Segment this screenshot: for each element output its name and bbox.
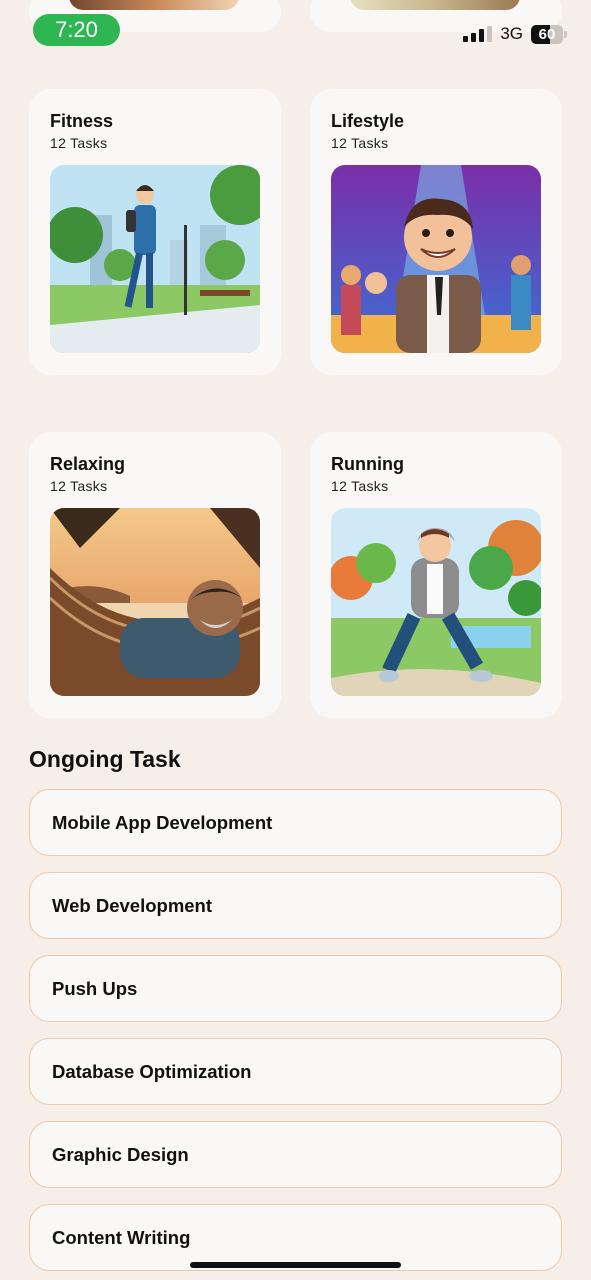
category-task-count: 12 Tasks	[331, 478, 389, 494]
task-item-database-optimization[interactable]: Database Optimization	[29, 1038, 562, 1105]
battery-level: 60	[538, 25, 556, 43]
category-card-relaxing[interactable]: Relaxing 12 Tasks	[29, 432, 281, 718]
category-title: Relaxing	[50, 454, 126, 474]
network-type: 3G	[500, 24, 523, 43]
category-title: Running	[331, 454, 404, 474]
category-image	[350, 0, 520, 10]
category-image	[69, 0, 239, 10]
task-item-web-development[interactable]: Web Development	[29, 872, 562, 939]
status-indicators: 3G 60	[463, 24, 567, 44]
status-time: 7:20	[33, 14, 120, 46]
home-indicator[interactable]	[190, 1262, 401, 1268]
category-card-lifestyle[interactable]: Lifestyle 12 Tasks	[310, 89, 562, 375]
signal-icon	[463, 26, 493, 42]
category-title: Fitness	[50, 111, 114, 131]
task-item-mobile-app-development[interactable]: Mobile App Development	[29, 789, 562, 856]
category-task-count: 12 Tasks	[50, 478, 108, 494]
battery-icon: 60	[531, 24, 567, 44]
category-task-count: 12 Tasks	[50, 135, 108, 151]
category-title: Lifestyle	[331, 111, 405, 131]
section-title-ongoing: Ongoing Task	[29, 746, 181, 772]
man-sleeping-in-hammock-photo	[50, 508, 260, 696]
ongoing-task-list: Mobile App Development Web Development P…	[29, 789, 562, 1280]
man-walking-in-park-illustration	[50, 165, 260, 353]
man-at-dance-party-illustration	[331, 165, 541, 353]
boy-running-in-park-illustration	[331, 508, 541, 696]
category-task-count: 12 Tasks	[331, 135, 389, 151]
category-card-fitness[interactable]: Fitness 12 Tasks	[29, 89, 281, 375]
category-card-running[interactable]: Running 12 Tasks	[310, 432, 562, 718]
task-item-push-ups[interactable]: Push Ups	[29, 955, 562, 1022]
task-item-graphic-design[interactable]: Graphic Design	[29, 1121, 562, 1188]
task-item-content-writing[interactable]: Content Writing	[29, 1204, 562, 1271]
